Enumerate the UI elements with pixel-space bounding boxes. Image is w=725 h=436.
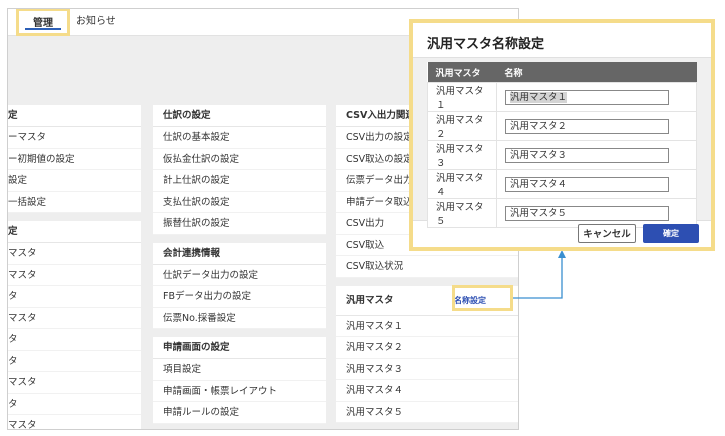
row-label: 汎用マスタ１ (427, 82, 497, 112)
menu-link[interactable]: マスタ (8, 243, 141, 265)
menu-link[interactable]: 設定 (8, 170, 141, 192)
menu-link[interactable]: 一括設定 (8, 192, 141, 213)
section-header: 会計連携情報 (153, 243, 326, 265)
row-label: 汎用マスタ５ (427, 198, 497, 228)
section-header: 仕訳の設定 (153, 105, 326, 127)
name-input[interactable]: 汎用マスタ５ (505, 205, 669, 221)
row-input-cell: 汎用マスタ２ (496, 111, 697, 141)
menu-link[interactable]: タ (8, 394, 141, 415)
section-title: 汎用マスタ (346, 294, 394, 306)
menu-link[interactable]: マスタ (8, 372, 141, 394)
menu-link[interactable]: 仕訳データ出力の設定 (153, 265, 326, 286)
table-row: 汎用マスタ３ 汎用マスタ３ (427, 140, 697, 170)
row-label: 汎用マスタ３ (427, 140, 497, 170)
row-label: 汎用マスタ２ (427, 111, 497, 141)
menu-link[interactable]: 汎用マスタ２ (336, 337, 518, 359)
menu-link[interactable]: マスタ (8, 415, 141, 429)
section-gap (153, 234, 326, 243)
menu-link[interactable]: 計上仕訳の設定 (153, 170, 326, 192)
name-input[interactable]: 汎用マスタ１ (505, 89, 669, 105)
settings-column-2: 仕訳の設定 仕訳の基本設定 仮払金仕訳の設定 計上仕訳の設定 支払仕訳の設定 振… (153, 105, 326, 424)
column-header-master: 汎用マスタ (427, 62, 497, 83)
menu-link[interactable]: 支払仕訳の設定 (153, 192, 326, 213)
name-input[interactable]: 汎用マスタ３ (505, 147, 669, 163)
section-gap (8, 213, 141, 221)
name-input[interactable]: 汎用マスタ４ (505, 176, 669, 192)
table-header-row: 汎用マスタ 名称 (427, 62, 697, 83)
menu-link[interactable]: 汎用マスタ５ (336, 402, 518, 423)
tab-kanri[interactable]: 管理 (16, 9, 70, 36)
connector-line (513, 252, 563, 299)
menu-link[interactable]: タ (8, 329, 141, 351)
section-header: 定 (8, 105, 141, 127)
menu-link[interactable]: 申請画面・帳票レイアウト (153, 381, 326, 402)
connector-arrowhead (558, 250, 566, 258)
name-setting-highlight (452, 285, 513, 311)
section-header: 申請画面の設定 (153, 337, 326, 359)
menu-link[interactable]: FBデータ出力の設定 (153, 286, 326, 308)
menu-link[interactable]: 仕訳の基本設定 (153, 127, 326, 149)
menu-link[interactable]: タ (8, 351, 141, 372)
section-header: 定 (8, 221, 141, 243)
row-label: 汎用マスタ４ (427, 169, 497, 199)
menu-link[interactable]: ーマスタ (8, 127, 141, 149)
row-input-cell: 汎用マスタ３ (496, 140, 697, 170)
menu-link[interactable]: CSV取込状況 (336, 256, 518, 278)
confirm-button[interactable]: 確定 (643, 224, 699, 243)
row-input-cell: 汎用マスタ１ (496, 82, 697, 112)
menu-link[interactable]: 申請ルールの設定 (153, 402, 326, 424)
menu-link[interactable]: ー初期値の設定 (8, 149, 141, 170)
tab-oshirase[interactable]: お知らせ (76, 9, 126, 35)
menu-link[interactable]: 汎用マスタ４ (336, 380, 518, 402)
section-gap (153, 329, 326, 337)
name-setting-modal: 汎用マスタ名称設定 汎用マスタ 名称 汎用マスタ１ 汎用マスタ１ 汎用マスタ２ … (409, 19, 715, 251)
cancel-button[interactable]: キャンセル (578, 224, 636, 243)
modal-body: 汎用マスタ 名称 汎用マスタ１ 汎用マスタ１ 汎用マスタ２ 汎用マスタ２ 汎用マ… (413, 57, 711, 228)
table-row: 汎用マスタ４ 汎用マスタ４ (427, 169, 697, 199)
column-header-name: 名称 (496, 62, 697, 83)
active-tab-underline (25, 28, 61, 30)
menu-link[interactable]: マスタ (8, 265, 141, 286)
menu-link[interactable]: 仮払金仕訳の設定 (153, 149, 326, 170)
menu-link[interactable]: 項目設定 (153, 359, 326, 381)
menu-link[interactable]: 汎用マスタ３ (336, 359, 518, 380)
menu-link[interactable]: 伝票No.採番設定 (153, 308, 326, 329)
table-row: 汎用マスタ２ 汎用マスタ２ (427, 111, 697, 141)
name-setting-table: 汎用マスタ 名称 汎用マスタ１ 汎用マスタ１ 汎用マスタ２ 汎用マスタ２ 汎用マ… (427, 62, 697, 228)
settings-column-1: 定 ーマスタ ー初期値の設定 設定 一括設定 定 マスタ マスタ タ マスタ タ… (8, 105, 141, 429)
table-row: 汎用マスタ１ 汎用マスタ１ (427, 82, 697, 112)
name-input-value: 汎用マスタ１ (510, 91, 568, 103)
menu-link[interactable]: 汎用マスタ１ (336, 316, 518, 337)
menu-link[interactable]: タ (8, 286, 141, 308)
menu-link[interactable]: 振替仕訳の設定 (153, 213, 326, 235)
name-input[interactable]: 汎用マスタ２ (505, 118, 669, 134)
row-input-cell: 汎用マスタ４ (496, 169, 697, 199)
modal-title: 汎用マスタ名称設定 (427, 37, 545, 52)
menu-link[interactable]: マスタ (8, 308, 141, 329)
